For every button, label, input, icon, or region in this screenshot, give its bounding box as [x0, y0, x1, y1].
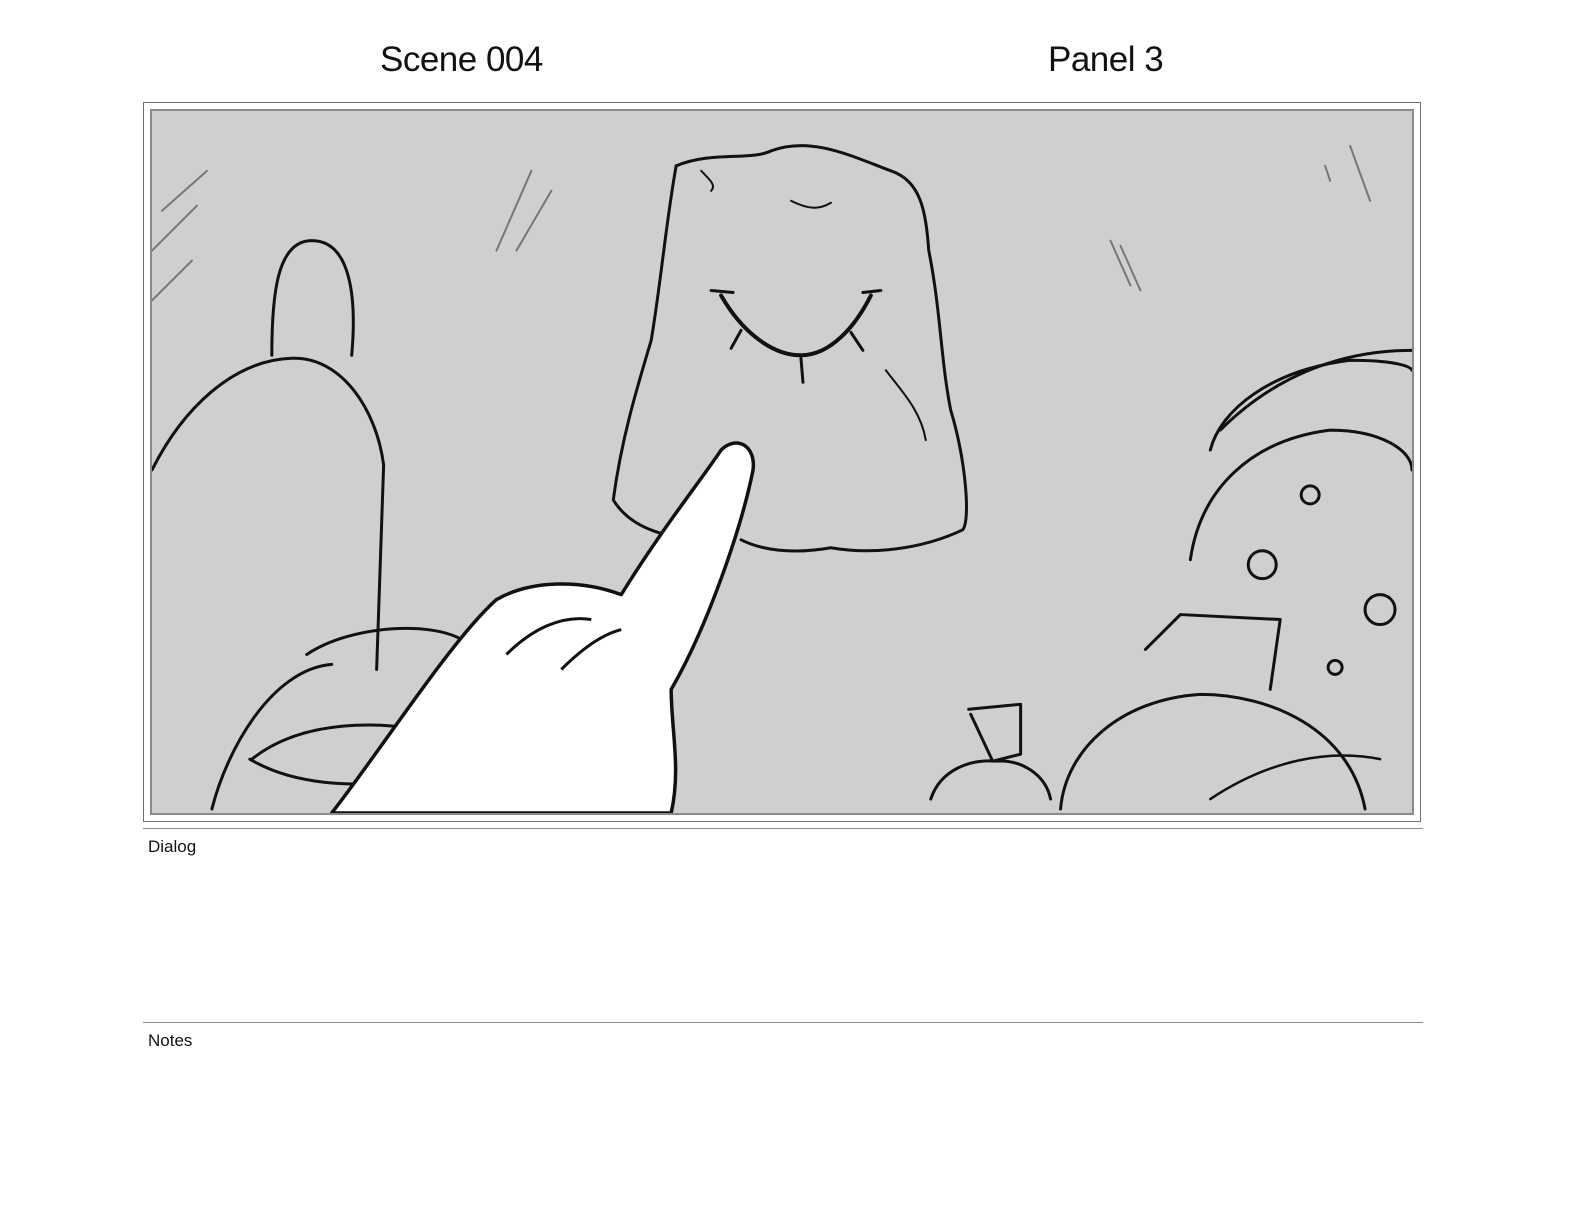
- garlic-stem-sketch: [967, 702, 1023, 763]
- scratch-lines-sketch: [1324, 144, 1372, 202]
- scene-number: Scene 004: [380, 40, 543, 79]
- round-pot-sketch: [1059, 692, 1367, 811]
- closed-eye-sketch: [719, 293, 873, 358]
- storyboard-panel-frame: [143, 102, 1421, 822]
- bottle-neck-sketch: [270, 239, 355, 357]
- dot-sketch: [1326, 658, 1344, 676]
- storyboard-panel-image: [150, 109, 1414, 815]
- dialog-divider: [143, 828, 1423, 829]
- notes-divider: [143, 1022, 1423, 1023]
- dialog-text-area[interactable]: [148, 862, 1418, 1012]
- notes-label: Notes: [148, 1031, 193, 1050]
- scratch-lines-sketch: [1109, 239, 1142, 292]
- dot-sketch: [1246, 549, 1278, 581]
- panel-number: Panel 3: [1048, 40, 1164, 79]
- eyelash-sketch: [709, 288, 883, 384]
- bottle-cap-sketch: [1143, 613, 1282, 691]
- bowl-left-edge-sketch: [210, 662, 334, 811]
- garlic-bulb-sketch: [929, 759, 1053, 801]
- sack-wrinkle-sketch: [700, 169, 832, 209]
- dialog-label: Dialog: [148, 837, 197, 856]
- jar-top-sketch: [1208, 358, 1412, 452]
- dot-sketch: [1363, 593, 1397, 627]
- scratch-lines-sketch: [152, 169, 208, 302]
- storyboard-sketch: [152, 144, 1412, 813]
- sack-crease-sketch: [884, 369, 927, 442]
- dot-sketch: [1299, 484, 1321, 506]
- bottle-body-sketch: [152, 356, 386, 671]
- scratch-lines-sketch: [495, 169, 553, 252]
- notes-text-area[interactable]: [148, 1056, 1418, 1206]
- bowl-rim-sketch: [305, 626, 464, 656]
